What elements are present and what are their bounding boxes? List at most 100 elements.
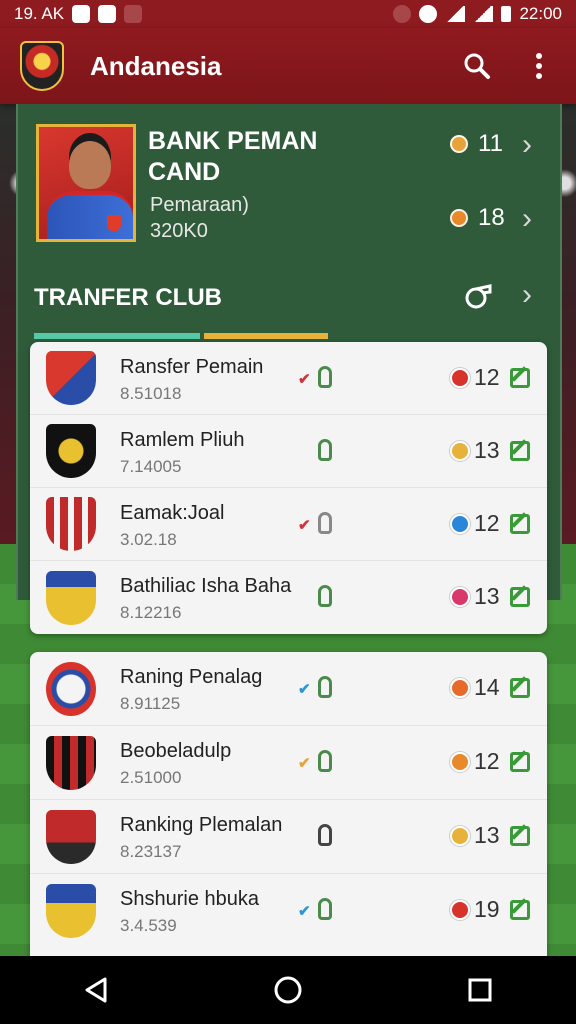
- list-item-code: 3.02.18: [120, 530, 177, 549]
- list-item-value: 19: [474, 896, 500, 922]
- list-item-value: 13: [474, 583, 500, 609]
- status-dot-icon: [450, 514, 470, 534]
- player-card-code: 320K0: [150, 220, 208, 242]
- notification-icon: [98, 5, 117, 23]
- section-title: TRANFER CLUB: [34, 284, 222, 311]
- progress-segment: [34, 333, 200, 339]
- more-vert-icon[interactable]: [522, 49, 556, 83]
- wifi-icon: [445, 6, 466, 22]
- club-crest-icon: [46, 661, 96, 716]
- chevron-right-icon[interactable]: ›: [522, 278, 532, 312]
- notification-icon: [124, 5, 143, 23]
- stat-value-1: 11: [478, 130, 503, 157]
- status-dot-icon: [450, 900, 470, 920]
- back-icon[interactable]: [66, 960, 126, 1020]
- edit-icon[interactable]: [510, 441, 530, 461]
- app-bar: Andanesia: [0, 28, 576, 104]
- lock-icon: [318, 366, 332, 388]
- list-item-value: 13: [474, 822, 500, 848]
- club-crest-icon: [46, 809, 96, 864]
- app-actions: [460, 49, 556, 83]
- list-item-name: Bathiliac Isha Baha: [120, 575, 292, 597]
- signal-icon: [473, 6, 494, 22]
- list-item-value: 14: [474, 674, 500, 700]
- edit-icon[interactable]: [510, 678, 530, 698]
- stat-value-2: 18: [478, 204, 505, 231]
- club-crest-icon: [46, 884, 96, 938]
- edit-icon[interactable]: [510, 900, 530, 920]
- club-crest-icon: [46, 424, 96, 478]
- edit-icon[interactable]: [510, 368, 530, 388]
- chevron-right-icon[interactable]: ›: [522, 202, 532, 236]
- check-icon: ✔: [298, 681, 311, 698]
- list-item-value: 12: [474, 364, 500, 390]
- lock-icon: [318, 439, 332, 461]
- list-item[interactable]: Ransfer Pemain 8.51018 ✔ 12: [30, 342, 547, 415]
- player-card-title: BANK PEMAN CAND: [148, 127, 318, 186]
- edit-icon[interactable]: [510, 587, 530, 607]
- app-title: Andanesia: [90, 50, 222, 81]
- jersey-badge-icon: [107, 215, 121, 231]
- club-crest-icon: [46, 570, 96, 625]
- ranking-list: Raning Penalag 8.91125 ✔ 14 Beobeladulp …: [30, 652, 547, 956]
- list-item[interactable]: Bathiliac Isha Baha 8.12216 13: [30, 561, 547, 634]
- list-item-value: 13: [474, 437, 500, 463]
- status-dot-icon: [450, 441, 470, 461]
- chevron-right-icon[interactable]: ›: [522, 128, 532, 162]
- list-item[interactable]: Shshurie hbuka 3.4.539 ✔ 19: [30, 874, 547, 948]
- list-item[interactable]: Ranking Plemalan 8.23137 13: [30, 800, 547, 874]
- list-item[interactable]: Raning Penalag 8.91125 ✔ 14: [30, 652, 547, 726]
- club-crest-icon: [46, 497, 96, 551]
- whistle-icon[interactable]: [462, 280, 494, 317]
- list-item-name: Beobeladulp: [120, 740, 232, 762]
- lock-icon: [318, 585, 332, 607]
- transfer-list: Ransfer Pemain 8.51018 ✔ 12 Ramlem Pliuh…: [30, 342, 547, 634]
- player-head: [69, 141, 111, 189]
- lock-icon: [318, 898, 332, 920]
- stat-row-1[interactable]: 11: [450, 130, 503, 158]
- status-time-right: 22:00: [519, 4, 562, 23]
- player-photo[interactable]: [36, 124, 136, 242]
- list-item[interactable]: Beobeladulp 2.51000 ✔ 12: [30, 726, 547, 800]
- status-dot-icon: [450, 678, 470, 698]
- list-item-code: 2.51000: [120, 768, 182, 787]
- list-item-code: 8.12216: [120, 603, 182, 622]
- alarm-icon: [419, 5, 438, 23]
- system-nav-bar: [0, 956, 576, 1024]
- list-item[interactable]: Ramlem Pliuh 7.14005 13: [30, 415, 547, 488]
- lock-icon: [318, 750, 332, 772]
- edit-icon[interactable]: [510, 826, 530, 846]
- list-item-value: 12: [474, 510, 500, 536]
- player-card-subtitle: Pemaraan) 320K0: [150, 192, 249, 244]
- stat-dot-icon: [450, 135, 468, 153]
- club-crest-icon: [46, 351, 96, 405]
- check-icon: ✔: [298, 517, 311, 534]
- stat-dot-icon: [450, 209, 468, 227]
- list-item-code: 8.51018: [120, 384, 182, 403]
- progress-segment: [203, 333, 328, 339]
- edit-icon[interactable]: [510, 752, 530, 772]
- status-bar: 19. AK 22:00: [0, 0, 576, 28]
- recents-icon[interactable]: [450, 960, 510, 1020]
- list-item-code: 3.4.539: [120, 916, 177, 935]
- status-dot-icon: [450, 752, 470, 772]
- notification-icon: [72, 5, 91, 23]
- list-item-value: 12: [474, 748, 500, 774]
- list-item-name: Ranking Plemalan: [120, 814, 283, 836]
- player-card-subtitle-text: Pemaraan): [150, 194, 249, 216]
- list-item-name: Ransfer Pemain: [120, 356, 264, 378]
- home-icon[interactable]: [258, 960, 318, 1020]
- battery-icon: [501, 6, 512, 22]
- status-dot-icon: [450, 826, 470, 846]
- list-item[interactable]: Eamak:Joal 3.02.18 ✔ 12: [30, 488, 547, 561]
- search-icon[interactable]: [460, 49, 494, 83]
- app-logo: [20, 41, 64, 91]
- edit-icon[interactable]: [510, 514, 530, 534]
- check-icon: ✔: [298, 755, 311, 772]
- status-dot-icon: [450, 587, 470, 607]
- lock-icon: [318, 512, 332, 534]
- list-item-name: Shshurie hbuka: [120, 888, 259, 910]
- stat-row-2[interactable]: 18: [450, 204, 505, 232]
- list-item-name: Raning Penalag: [120, 666, 263, 688]
- list-item-code: 7.14005: [120, 457, 182, 476]
